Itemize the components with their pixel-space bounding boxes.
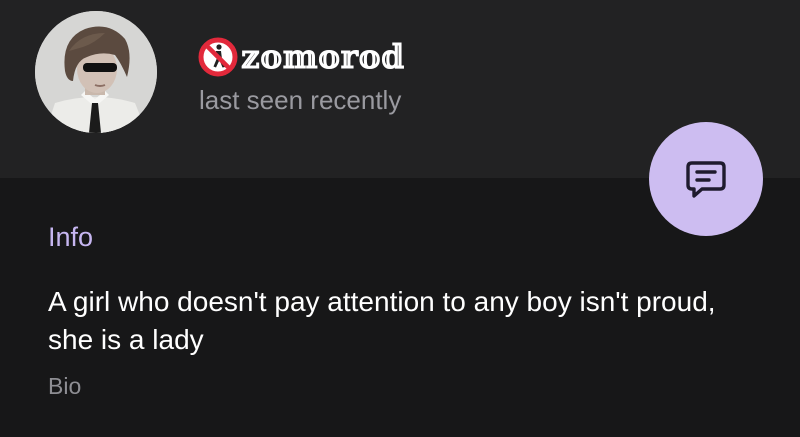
avatar-image (35, 11, 157, 133)
display-name: 𝕫𝕠𝕞𝕠𝕣𝕠𝕕 (241, 37, 405, 76)
bio-text[interactable]: A girl who doesn't pay attention to any … (48, 283, 748, 359)
no-pedestrians-icon (198, 37, 238, 77)
last-seen-status: last seen recently (199, 85, 402, 115)
message-button[interactable] (649, 122, 763, 236)
profile-screen: 𝕫𝕠𝕞𝕠𝕣𝕠𝕕 last seen recently Info A girl w… (0, 0, 800, 437)
avatar[interactable] (35, 11, 157, 133)
info-section-title: Info (48, 222, 94, 252)
name-row: 𝕫𝕠𝕞𝕠𝕣𝕠𝕕 (198, 34, 405, 80)
message-icon (686, 161, 726, 198)
bio-label: Bio (48, 373, 82, 399)
